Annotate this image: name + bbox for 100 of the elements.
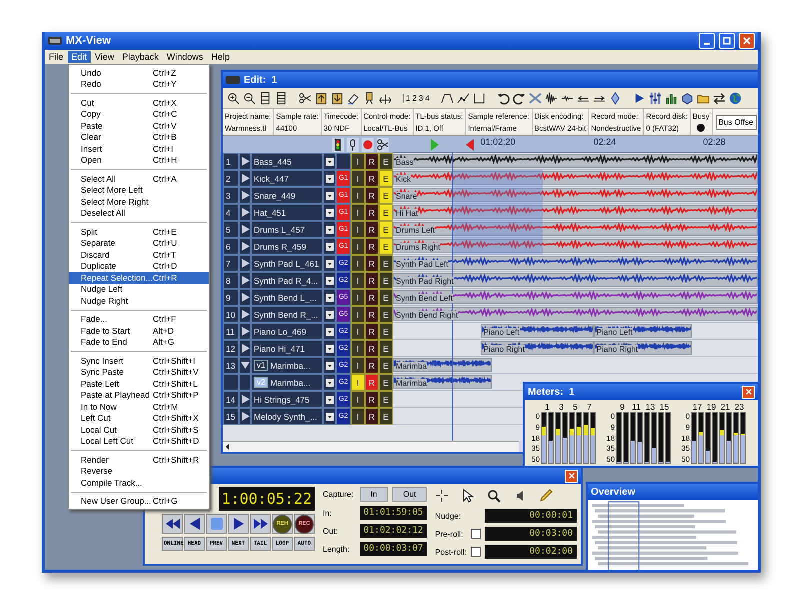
bar-chart-icon[interactable]: [664, 92, 678, 104]
crosshair-icon[interactable]: [435, 489, 450, 503]
menu-item[interactable]: Local Left Cut Ctrl+Shift+D: [69, 436, 209, 447]
menu-item[interactable]: In to Now Ctrl+M: [69, 401, 209, 412]
audio-clip[interactable]: Synth Bend Left: [393, 290, 758, 304]
record-arm-button[interactable]: R: [365, 238, 379, 255]
globe-icon[interactable]: [728, 92, 742, 104]
menu-item[interactable]: Undo Ctrl+Z: [69, 67, 209, 78]
input-button[interactable]: I: [351, 374, 365, 391]
dropdown-icon[interactable]: [326, 396, 334, 404]
horizontal-scrollbar[interactable]: [223, 441, 519, 452]
menu-item[interactable]: Render Ctrl+Shift+R: [69, 454, 209, 466]
microphone-icon[interactable]: [347, 138, 359, 152]
audio-clip[interactable]: Snare: [393, 188, 758, 202]
menu-item[interactable]: Nudge Right: [69, 295, 209, 306]
edit-button[interactable]: E: [379, 272, 393, 289]
zoom-level-button[interactable]: 4: [425, 94, 430, 102]
minimize-button[interactable]: [699, 33, 715, 49]
start-marker-icon[interactable]: [430, 139, 438, 151]
dropdown-icon[interactable]: [326, 378, 334, 386]
input-button[interactable]: I: [351, 289, 365, 306]
edit-button[interactable]: E: [379, 408, 393, 425]
menu-item[interactable]: Fade to End Alt+G: [69, 336, 209, 348]
time-field[interactable]: 00:03:00: [484, 527, 577, 541]
record-arm-button[interactable]: R: [365, 306, 379, 323]
dropdown-icon[interactable]: [326, 208, 334, 216]
collapsed-triangle-icon[interactable]: [240, 208, 250, 217]
menu-item[interactable]: Left Cut Ctrl+Shift+X: [69, 412, 209, 424]
menu-item[interactable]: New User Group... Ctrl+G: [69, 496, 209, 507]
input-button[interactable]: I: [351, 306, 365, 323]
zoom-level-button[interactable]: 3: [418, 94, 424, 102]
pointer-icon[interactable]: [461, 489, 476, 503]
edit-button[interactable]: E: [379, 238, 393, 255]
scissors-icon[interactable]: [299, 92, 312, 104]
play-reverse-button[interactable]: [184, 514, 205, 534]
collapsed-triangle-icon[interactable]: [240, 327, 250, 336]
input-button[interactable]: I: [351, 255, 365, 272]
input-button[interactable]: I: [351, 323, 365, 340]
edit-button[interactable]: E: [379, 153, 393, 170]
audio-clip[interactable]: Marimba: [393, 375, 492, 389]
record-arm-button[interactable]: R: [365, 187, 379, 204]
expanded-triangle-icon[interactable]: [240, 361, 250, 370]
record-arm-button[interactable]: R: [365, 374, 379, 391]
scissors-icon[interactable]: [377, 138, 389, 152]
version-button[interactable]: v1: [254, 360, 268, 371]
menu-item[interactable]: Compile Track...: [69, 477, 209, 488]
menu-item[interactable]: Deselect All: [69, 208, 209, 219]
close-button[interactable]: [739, 33, 755, 49]
menu-item[interactable]: Edit: [68, 51, 92, 63]
clip-up-icon[interactable]: [315, 92, 328, 104]
dropdown-icon[interactable]: [326, 226, 334, 234]
input-button[interactable]: I: [351, 187, 365, 204]
eraser-icon[interactable]: [347, 92, 360, 104]
fast-forward-button[interactable]: [250, 514, 271, 534]
edit-button[interactable]: E: [379, 187, 393, 204]
edit-button[interactable]: E: [379, 255, 393, 272]
menu-item[interactable]: Sync Paste Ctrl+Shift+V: [69, 366, 209, 378]
audio-clip[interactable]: Synth Bend Right: [393, 307, 758, 321]
clip-down-icon[interactable]: [331, 92, 344, 104]
edit-button[interactable]: E: [379, 357, 393, 374]
menu-item[interactable]: Paste at Playhead Ctrl+Shift+P: [69, 390, 209, 401]
record-arm-button[interactable]: R: [365, 255, 379, 272]
menu-item[interactable]: Fade... Ctrl+F: [69, 314, 209, 325]
zoom-in-icon[interactable]: [227, 92, 240, 104]
record-arm-button[interactable]: R: [365, 289, 379, 306]
audio-clip[interactable]: Synth Pad Right: [393, 273, 758, 287]
menu-item[interactable]: Separate Ctrl+U: [69, 238, 209, 249]
menu-item[interactable]: Windows: [162, 51, 208, 63]
audio-clip[interactable]: Piano Right: [594, 341, 692, 355]
menu-item[interactable]: Fade to Start Alt+D: [69, 325, 209, 336]
record-arm-button[interactable]: R: [365, 204, 379, 221]
input-button[interactable]: I: [351, 204, 365, 221]
play-button[interactable]: [228, 514, 249, 534]
dropdown-icon[interactable]: [326, 362, 334, 370]
menu-item[interactable]: Copy Ctrl+C: [69, 108, 209, 120]
edit-button[interactable]: E: [379, 340, 393, 357]
record-arm-button[interactable]: R: [365, 357, 379, 374]
checkbox[interactable]: [470, 547, 481, 557]
menu-item[interactable]: Nudge Left: [69, 284, 209, 295]
close-button[interactable]: [742, 386, 755, 398]
maximize-button[interactable]: [719, 33, 735, 49]
timeline-ruler[interactable]: 01:02:20 02:24 02:28: [393, 136, 758, 153]
input-button[interactable]: I: [351, 272, 365, 289]
menu-item[interactable]: Select More Right: [69, 196, 209, 208]
timecode-field[interactable]: 01:02:02:12: [360, 524, 428, 538]
collapsed-triangle-icon[interactable]: [240, 259, 250, 268]
input-button[interactable]: I: [351, 340, 365, 357]
menu-item[interactable]: Paste Left Ctrl+Shift+L: [69, 378, 209, 390]
time-field[interactable]: 00:02:00: [484, 545, 577, 559]
input-button[interactable]: I: [351, 170, 365, 187]
collapsed-triangle-icon[interactable]: [240, 242, 250, 251]
record-arm-button[interactable]: R: [365, 221, 379, 238]
collapsed-triangle-icon[interactable]: [240, 344, 250, 353]
record-arm-button[interactable]: R: [365, 391, 379, 408]
input-button[interactable]: I: [351, 153, 365, 170]
waveform-icon[interactable]: [544, 92, 558, 104]
edit-button[interactable]: E: [379, 306, 393, 323]
audio-clip[interactable]: Drums Left: [393, 222, 758, 236]
audio-clip[interactable]: Hi Hat: [393, 205, 758, 219]
menu-item[interactable]: Playback: [118, 51, 163, 63]
